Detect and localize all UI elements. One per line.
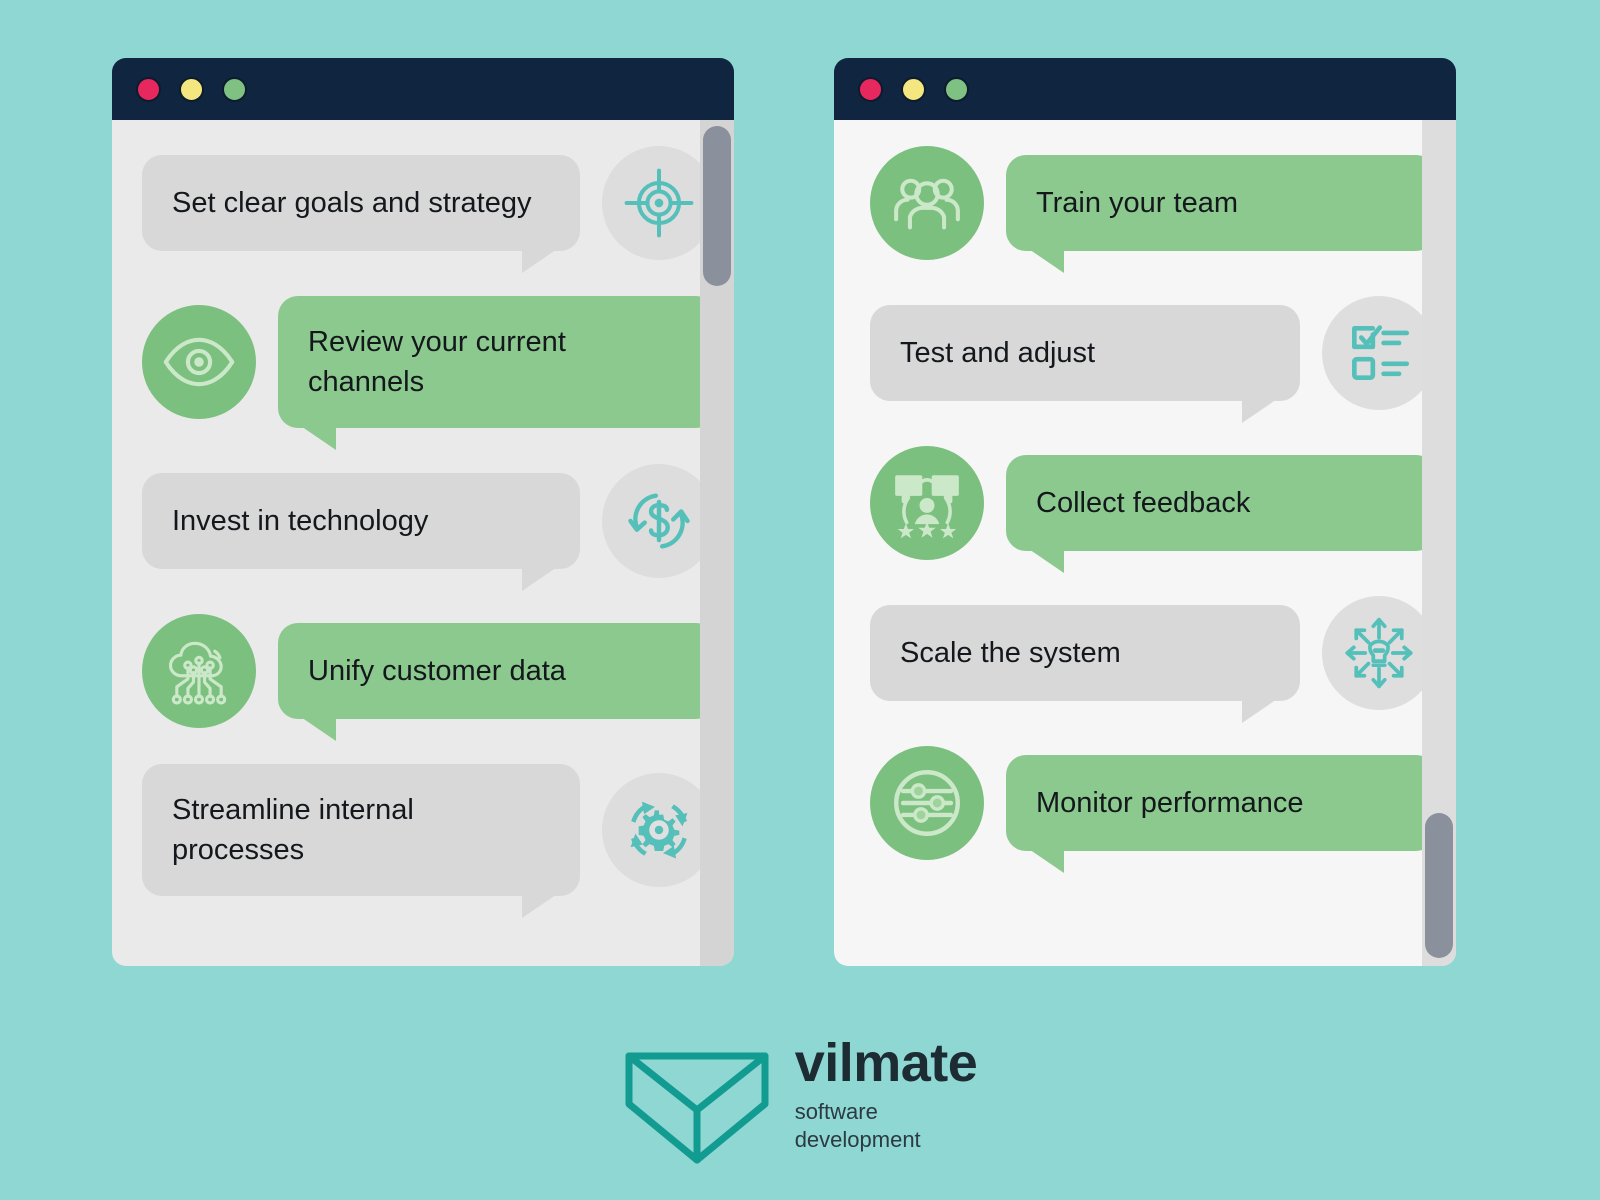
message-bubble[interactable]: Train your team	[1006, 155, 1436, 273]
chat-message-row[interactable]: Train your team	[870, 146, 1436, 273]
eye-icon	[161, 324, 237, 400]
chat-message-row[interactable]: Unify customer data	[142, 614, 716, 742]
chat-message-row[interactable]: Invest in technology	[142, 464, 716, 592]
chat-message-row[interactable]: Review your current channels	[142, 296, 716, 451]
message-avatar	[142, 305, 256, 420]
message-avatar	[870, 146, 984, 260]
maximize-dot[interactable]	[222, 76, 247, 102]
message-avatar	[602, 464, 716, 579]
lightbulb-expand-icon	[1340, 614, 1418, 692]
chat-message-row[interactable]: Scale the system	[870, 596, 1436, 723]
message-bubble[interactable]: Invest in technology	[142, 473, 580, 592]
chat-message-row[interactable]: Monitor performance	[870, 746, 1436, 873]
left-chat-list: Set clear goals and strategy Review your…	[112, 120, 734, 966]
left-scrollbar-thumb[interactable]	[703, 126, 731, 286]
message-bubble[interactable]: Streamline internal processes	[142, 764, 580, 919]
maximize-dot[interactable]	[944, 76, 969, 102]
left-window-titlebar	[112, 58, 734, 120]
left-scrollbar[interactable]	[700, 120, 734, 966]
message-bubble[interactable]: Scale the system	[870, 605, 1300, 723]
message-avatar	[142, 614, 256, 729]
left-window-body: Set clear goals and strategy Review your…	[112, 120, 734, 966]
right-window-body: Train your team Test and adjust Collect …	[834, 120, 1456, 966]
minimize-dot[interactable]	[179, 76, 204, 102]
message-bubble[interactable]: Collect feedback	[1006, 455, 1436, 573]
message-bubble[interactable]: Review your current channels	[278, 296, 716, 451]
left-window: Set clear goals and strategy Review your…	[112, 58, 734, 966]
message-bubble[interactable]: Monitor performance	[1006, 755, 1436, 873]
chat-message-row[interactable]: Streamline internal processes	[142, 764, 716, 919]
chat-message-row[interactable]: Collect feedback	[870, 446, 1436, 573]
message-text: Test and adjust	[900, 336, 1096, 369]
gear-refresh-icon	[620, 791, 698, 869]
vilmate-chevron-box-logo	[623, 1042, 771, 1166]
chat-message-row[interactable]: Test and adjust	[870, 296, 1436, 423]
message-bubble[interactable]: Test and adjust	[870, 305, 1300, 423]
close-dot[interactable]	[136, 76, 161, 102]
brand-footer: vilmate software development	[0, 1036, 1600, 1166]
message-text: Train your team	[1036, 186, 1238, 219]
message-bubble[interactable]: Set clear goals and strategy	[142, 155, 580, 273]
dollar-cycle-icon	[621, 483, 697, 559]
right-chat-list: Train your team Test and adjust Collect …	[834, 120, 1456, 966]
feedback-review-icon	[888, 464, 966, 542]
message-avatar	[1322, 296, 1436, 410]
brand-tagline-line1: software	[794, 1099, 878, 1124]
message-avatar	[1322, 596, 1436, 710]
cloud-network-icon	[161, 633, 237, 709]
close-dot[interactable]	[858, 76, 883, 102]
message-text: Review your current channels	[308, 326, 566, 399]
message-bubble[interactable]: Unify customer data	[278, 623, 716, 742]
message-avatar	[602, 773, 716, 888]
right-scrollbar-thumb[interactable]	[1425, 813, 1453, 958]
right-window: Train your team Test and adjust Collect …	[834, 58, 1456, 966]
brand-name: vilmate	[794, 1033, 978, 1093]
canvas: Set clear goals and strategy Review your…	[0, 0, 1600, 1200]
brand-tagline-line2: development	[794, 1126, 921, 1152]
brand-text: vilmate software development	[795, 1036, 978, 1153]
message-avatar	[602, 146, 716, 260]
brand-tagline: software development	[795, 1098, 978, 1153]
message-text: Monitor performance	[1036, 786, 1304, 819]
message-text: Unify customer data	[308, 655, 566, 688]
message-text: Invest in technology	[172, 505, 429, 538]
right-window-titlebar	[834, 58, 1456, 120]
message-text: Streamline internal processes	[172, 794, 414, 867]
minimize-dot[interactable]	[901, 76, 926, 102]
message-text: Set clear goals and strategy	[172, 186, 532, 219]
target-crosshair-icon	[622, 166, 696, 240]
message-avatar	[870, 746, 984, 860]
message-avatar	[870, 446, 984, 560]
right-scrollbar[interactable]	[1422, 120, 1456, 966]
checklist-icon	[1342, 316, 1416, 390]
people-group-icon	[888, 164, 966, 242]
message-text: Scale the system	[900, 636, 1121, 669]
message-text: Collect feedback	[1036, 486, 1251, 519]
chat-message-row[interactable]: Set clear goals and strategy	[142, 146, 716, 273]
sliders-icon	[886, 762, 968, 844]
